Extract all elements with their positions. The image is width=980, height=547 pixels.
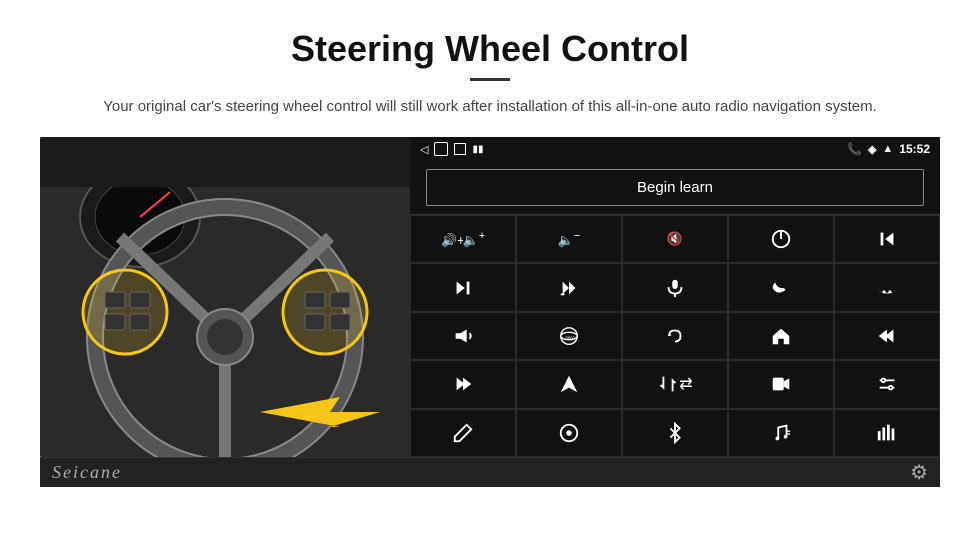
signal-icon: ▮▮ [472,144,483,155]
horn-button[interactable] [410,312,516,360]
recent-apps-icon[interactable] [454,143,466,155]
record-button[interactable] [728,360,834,408]
vol-mute-button[interactable]: 🔇 [622,215,728,263]
svg-text:🔊+: 🔊+ [441,232,463,249]
equalizer-button[interactable] [834,360,940,408]
power-button[interactable] [728,215,834,263]
bluetooth-button[interactable] [622,409,728,457]
watermark-bar: Seicane ⚙ [40,457,940,487]
wifi-status-icon: ▲ [882,143,893,155]
phone-call-button[interactable] [728,263,834,311]
page-title: Steering Wheel Control [40,28,940,70]
status-bar: ◁ ▮▮ 📞 ◈ ▲ 15:52 [410,137,940,161]
status-right: 📞 ◈ ▲ 15:52 [847,142,930,156]
navigate-button[interactable] [516,360,622,408]
status-left: ◁ ▮▮ [420,142,483,156]
gear-icon[interactable]: ⚙ [910,460,928,485]
seicane-watermark: Seicane [52,462,122,483]
audio-bars-button[interactable] [834,409,940,457]
location-status-icon: ◈ [868,143,876,156]
svg-text:360°: 360° [565,336,575,341]
prev-track-button[interactable] [834,215,940,263]
360-view-button[interactable]: 360° [516,312,622,360]
phone-status-icon: 📞 [847,142,862,156]
home-rounded-icon[interactable] [434,142,448,156]
music-settings-button[interactable] [728,409,834,457]
fast-fwd-button[interactable] [516,263,622,311]
skip-fwd-btn[interactable] [410,360,516,408]
subtitle-text: Your original car's steering wheel contr… [40,95,940,119]
pen-button[interactable] [410,409,516,457]
back-arrow-icon[interactable]: ◁ [420,143,428,156]
title-divider [470,78,510,81]
skip-next-button[interactable] [410,263,516,311]
circle-button[interactable] [516,409,622,457]
steering-wheel-svg [40,137,410,457]
swap-button[interactable]: ⇄ [622,360,728,408]
controls-grid: 🔊+ 🔈+ 🔈− 🔇 [410,214,940,457]
begin-learn-area: Begin learn [410,161,940,214]
steering-wheel-photo [40,137,410,457]
begin-learn-button[interactable]: Begin learn [426,169,924,206]
time-display: 15:52 [899,142,930,156]
undo-button[interactable] [622,312,728,360]
skip-back-btn[interactable] [834,312,940,360]
title-section: Steering Wheel Control Your original car… [40,28,940,119]
hang-up-button[interactable] [834,263,940,311]
android-screen: ◁ ▮▮ 📞 ◈ ▲ 15:52 Begin learn [410,137,940,457]
mic-button[interactable] [622,263,728,311]
vol-up-button[interactable]: 🔊+ 🔈+ [410,215,516,263]
home-button[interactable] [728,312,834,360]
page-wrapper: Steering Wheel Control Your original car… [0,0,980,487]
vol-down-button[interactable]: 🔈− [516,215,622,263]
content-row: ◁ ▮▮ 📞 ◈ ▲ 15:52 Begin learn [40,137,940,457]
